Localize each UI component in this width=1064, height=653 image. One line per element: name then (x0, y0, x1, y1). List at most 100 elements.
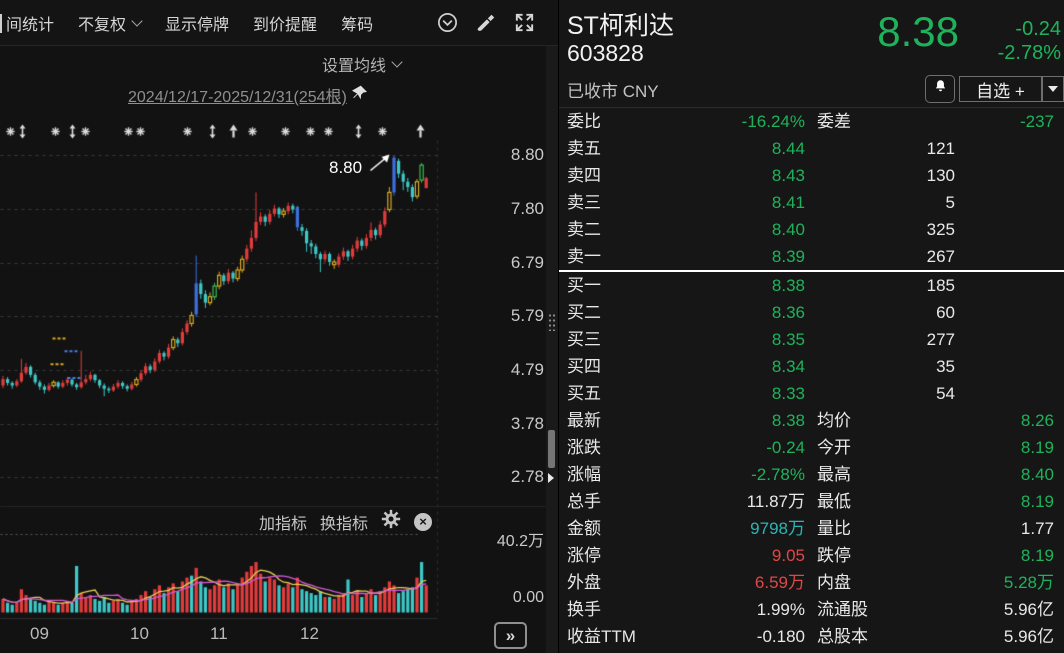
collapse-arrow-icon[interactable] (548, 473, 554, 483)
alert-bell-button[interactable] (925, 75, 955, 103)
ask-label: 卖五 (567, 135, 601, 162)
ask-row[interactable]: 卖三8.415 (559, 189, 1064, 216)
splitter-drag-handle-icon[interactable] (548, 313, 556, 331)
bid-price: 8.35 (772, 326, 805, 353)
weibi-value: -16.24% (742, 108, 805, 135)
bid-row[interactable]: 买四8.3435 (559, 353, 1064, 380)
bid-row[interactable]: 买二8.3660 (559, 299, 1064, 326)
caret-down-icon (1048, 86, 1058, 92)
add-watchlist-button[interactable]: 自选 + (959, 76, 1042, 102)
toolbar-item-1[interactable]: 间统计 (6, 11, 54, 35)
y-axis-label: 5.79 (488, 306, 544, 326)
toolbar-item-3[interactable]: 显示停牌 (165, 11, 229, 35)
ask-price: 8.43 (772, 162, 805, 189)
change-percent: -2.78% (998, 41, 1061, 65)
y-axis-label: 6.79 (488, 253, 544, 273)
watchlist-dropdown-button[interactable] (1042, 76, 1064, 102)
stock-name: ST柯利达 (567, 6, 674, 42)
ask-quantity: 5 (946, 189, 955, 216)
switch-indicator-button[interactable]: 换指标 (320, 510, 368, 534)
stock-app-window: 间统计不复权显示停牌到价提醒筹码 (0, 0, 1064, 653)
bid-row[interactable]: 买三8.35277 (559, 326, 1064, 353)
fullscreen-icon[interactable] (513, 11, 536, 34)
ma-settings-button[interactable]: 设置均线 (322, 52, 401, 76)
stat-value: -0.180 (757, 623, 805, 650)
stat-label: 总手 (567, 488, 601, 515)
ma-settings-label: 设置均线 (322, 52, 386, 76)
stat-row: 金额9798万量比1.77 (559, 515, 1064, 542)
expand-more-button[interactable]: » (494, 622, 527, 649)
toolbar-item-label: 间统计 (6, 11, 54, 35)
pin-icon[interactable] (352, 85, 367, 105)
ask-row[interactable]: 卖二8.40325 (559, 216, 1064, 243)
chevron-down-icon (391, 56, 402, 67)
scrollbar-thumb[interactable] (548, 430, 555, 468)
bell-icon (933, 79, 948, 99)
panel-splitter[interactable] (546, 45, 558, 653)
brush-icon[interactable] (475, 12, 497, 34)
bid-label: 买五 (567, 380, 601, 407)
stat-value: 5.96亿 (1004, 623, 1054, 650)
date-range-label: 2024/12/17-2025/12/31(254根) (128, 83, 347, 107)
toolbar-item-5[interactable]: 筹码 (341, 11, 373, 35)
stat-value: 1.99% (757, 596, 805, 623)
toolbar-item-label: 筹码 (341, 11, 373, 35)
history-icon[interactable] (436, 11, 459, 34)
x-axis-label: 10 (130, 624, 149, 644)
stat-label: 最低 (817, 488, 851, 515)
weicha-value: -237 (1020, 108, 1054, 135)
stat-value: 9.05 (772, 542, 805, 569)
market-status: 已收市 CNY (567, 77, 659, 102)
toolbar-item-4[interactable]: 到价提醒 (253, 11, 317, 35)
stat-value: -0.24 (766, 434, 805, 461)
ask-price: 8.44 (772, 135, 805, 162)
bid-label: 买一 (567, 272, 601, 299)
bid-quantity: 54 (936, 380, 955, 407)
ask-price: 8.40 (772, 216, 805, 243)
bid-quantity: 185 (927, 272, 955, 299)
x-axis-label: 12 (300, 624, 319, 644)
toolbar-item-2[interactable]: 不复权 (78, 11, 141, 35)
y-axis-label: 4.79 (488, 360, 544, 380)
chart-toolbar: 间统计不复权显示停牌到价提醒筹码 (0, 0, 558, 46)
ask-label: 卖四 (567, 162, 601, 189)
close-indicator-icon[interactable]: × (414, 513, 432, 531)
stat-value: 8.26 (1021, 407, 1054, 434)
stat-label: 最新 (567, 407, 601, 434)
ask-label: 卖一 (567, 243, 601, 270)
ask-price: 8.39 (772, 243, 805, 270)
subchart-header: 加指标 换指标 (0, 509, 432, 534)
ask-row[interactable]: 卖四8.43130 (559, 162, 1064, 189)
indicator-settings-gear-icon[interactable] (381, 509, 401, 534)
date-range-link[interactable]: 2024/12/17-2025/12/31(254根) (128, 83, 367, 107)
add-indicator-button[interactable]: 加指标 (259, 510, 307, 534)
price-change: -0.24 -2.78% (998, 17, 1061, 65)
bid-quantity: 277 (927, 326, 955, 353)
stat-label: 内盘 (817, 569, 851, 596)
stat-label: 今开 (817, 434, 851, 461)
bid-price: 8.36 (772, 299, 805, 326)
stat-value: 5.28万 (1004, 569, 1054, 596)
stat-value: 5.96亿 (1004, 596, 1054, 623)
y-axis-label: 2.78 (488, 467, 544, 487)
stat-label: 金额 (567, 515, 601, 542)
stat-value: 8.19 (1021, 542, 1054, 569)
ask-row[interactable]: 卖五8.44121 (559, 135, 1064, 162)
weibi-label: 委比 (567, 108, 601, 135)
stat-row: 换手1.99%流通股5.96亿 (559, 596, 1064, 623)
bid-row[interactable]: 买一8.38185 (559, 272, 1064, 299)
toolbar-item-label: 到价提醒 (253, 11, 317, 35)
quote-header: ST柯利达 603828 已收市 CNY 8.38 -0.24 -2.78% 自… (559, 0, 1064, 108)
bid-quantity: 35 (936, 353, 955, 380)
ask-row[interactable]: 卖一8.39267 (559, 243, 1064, 270)
stat-label: 涨幅 (567, 461, 601, 488)
stat-row: 外盘6.59万内盘5.28万 (559, 569, 1064, 596)
ask-label: 卖二 (567, 216, 601, 243)
volume-max-label: 40.2万 (478, 527, 544, 551)
bid-row[interactable]: 买五8.3354 (559, 380, 1064, 407)
price-annotation: 8.80 (329, 158, 362, 178)
x-axis-label: 09 (30, 624, 49, 644)
stat-value: -2.78% (751, 461, 805, 488)
stat-label: 涨停 (567, 542, 601, 569)
stat-label: 量比 (817, 515, 851, 542)
